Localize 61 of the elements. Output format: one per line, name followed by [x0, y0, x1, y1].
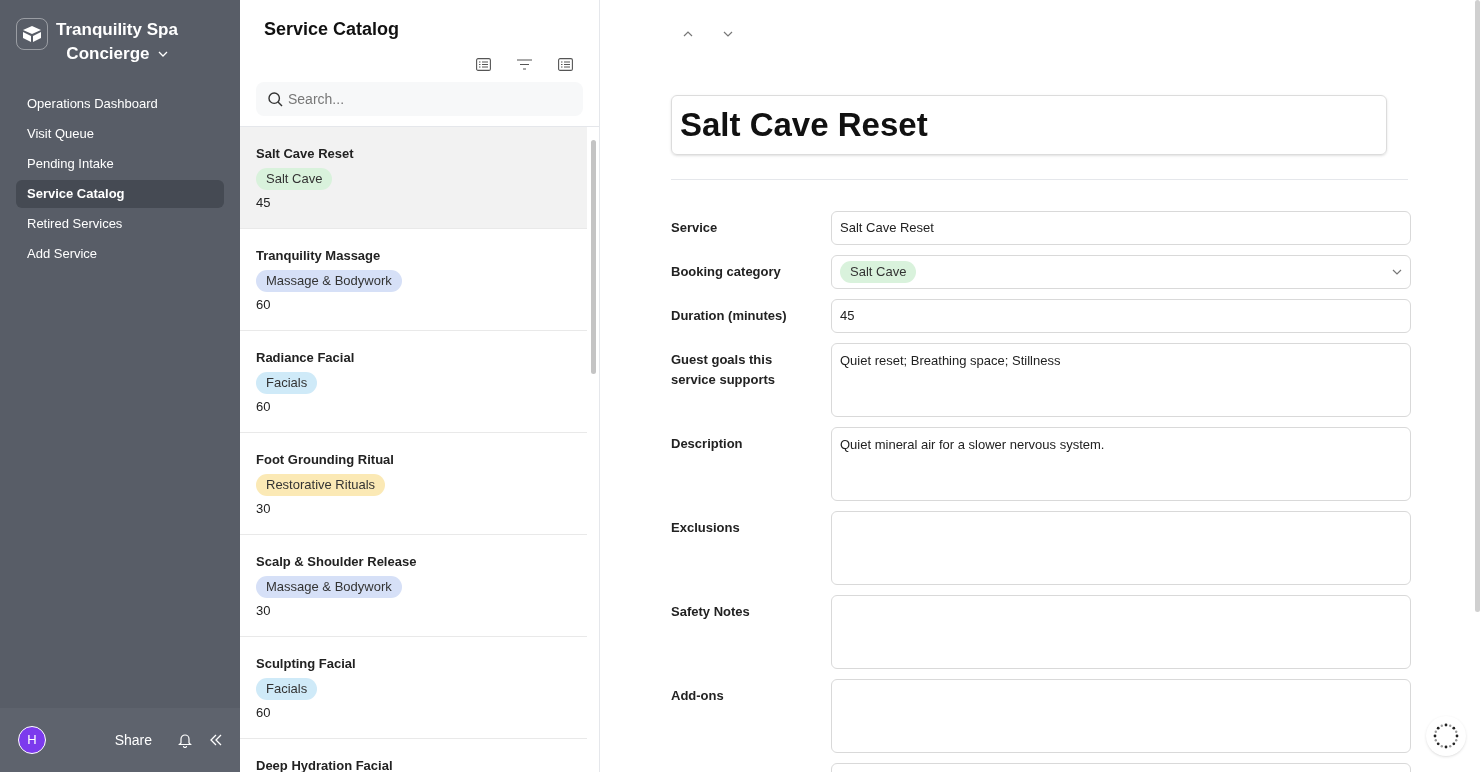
- nav-item[interactable]: Operations Dashboard: [16, 90, 224, 118]
- text-field[interactable]: 45: [831, 299, 1411, 333]
- nav-item[interactable]: Add Service: [16, 240, 224, 268]
- category-tag: Massage & Bodywork: [256, 270, 402, 292]
- service-name: Sculpting Facial: [256, 656, 356, 672]
- field-label: Service: [671, 219, 719, 237]
- duration-text: 45: [256, 195, 271, 211]
- category-tag: Facials: [256, 678, 318, 700]
- text-field[interactable]: Salt Cave Reset: [831, 211, 1411, 245]
- service-name: Deep Hydration Facial: [256, 758, 393, 772]
- user-avatar[interactable]: H: [18, 726, 46, 754]
- duration-text: 30: [256, 501, 271, 517]
- chevron-down-icon: [157, 51, 168, 57]
- duration-text: 60: [256, 297, 271, 313]
- workspace-menu[interactable]: Concierge: [66, 42, 168, 66]
- field-label: Guest goals this service supports: [671, 351, 777, 389]
- field-label: Exclusions: [671, 519, 741, 537]
- nav-item[interactable]: Pending Intake: [16, 150, 224, 178]
- filter-icon[interactable]: [517, 58, 532, 70]
- record-title-field[interactable]: Salt Cave Reset: [671, 95, 1387, 155]
- chevron-up-icon: [683, 31, 693, 37]
- service-name: Tranquility Massage: [256, 248, 381, 264]
- nav-item[interactable]: Visit Queue: [16, 120, 224, 148]
- nav-item[interactable]: Service Catalog: [16, 180, 224, 208]
- service-name: Radiance Facial: [256, 350, 355, 366]
- service-name: Foot Grounding Ritual: [256, 452, 394, 468]
- panel-title: Service Catalog: [264, 18, 401, 40]
- field-label: Add-ons: [671, 687, 725, 705]
- field-label: Safety Notes: [671, 603, 751, 621]
- scrollbar[interactable]: [591, 140, 596, 374]
- field-label: Duration (minutes): [671, 307, 788, 325]
- bell-icon[interactable]: [178, 732, 192, 748]
- text-area[interactable]: Quiet mineral air for a slower nervous system.: [831, 427, 1411, 501]
- chevron-down-icon: [1392, 269, 1402, 275]
- workspace-name: Tranquility Spa: [56, 19, 178, 41]
- share-button[interactable]: Share: [114, 729, 152, 751]
- page-scrollbar[interactable]: [1475, 0, 1480, 612]
- list-view-icon[interactable]: [558, 57, 573, 71]
- category-tag: Salt Cave: [256, 168, 333, 190]
- service-name: Scalp & Shoulder Release: [256, 554, 417, 570]
- field-label: Booking category: [671, 263, 782, 281]
- text-area[interactable]: Quiet reset; Breathing space; Stillness: [831, 343, 1411, 417]
- duration-text: 30: [256, 603, 271, 619]
- logo-icon: [16, 18, 48, 50]
- category-tag: Restorative Rituals: [256, 474, 386, 496]
- loading-spinner-icon: [1426, 716, 1466, 756]
- category-dropdown[interactable]: Salt Cave: [831, 255, 1411, 289]
- category-tag: Salt Cave: [840, 261, 917, 283]
- category-tag: Massage & Bodywork: [256, 576, 402, 598]
- list-view-icon[interactable]: [476, 57, 491, 71]
- search-icon: [268, 92, 283, 107]
- duration-text: 60: [256, 705, 271, 721]
- collapse-icon[interactable]: [210, 734, 222, 746]
- field-label: Description: [671, 435, 744, 453]
- service-list-item[interactable]: Salt Cave Reset Salt Cave 45: [240, 127, 587, 229]
- category-tag: Facials: [256, 372, 318, 394]
- duration-text: 60: [256, 399, 271, 415]
- search-field[interactable]: Search...: [256, 82, 583, 116]
- chevron-down-icon: [723, 31, 733, 37]
- nav-item[interactable]: Retired Services: [16, 210, 224, 238]
- service-name: Salt Cave Reset: [256, 146, 354, 162]
